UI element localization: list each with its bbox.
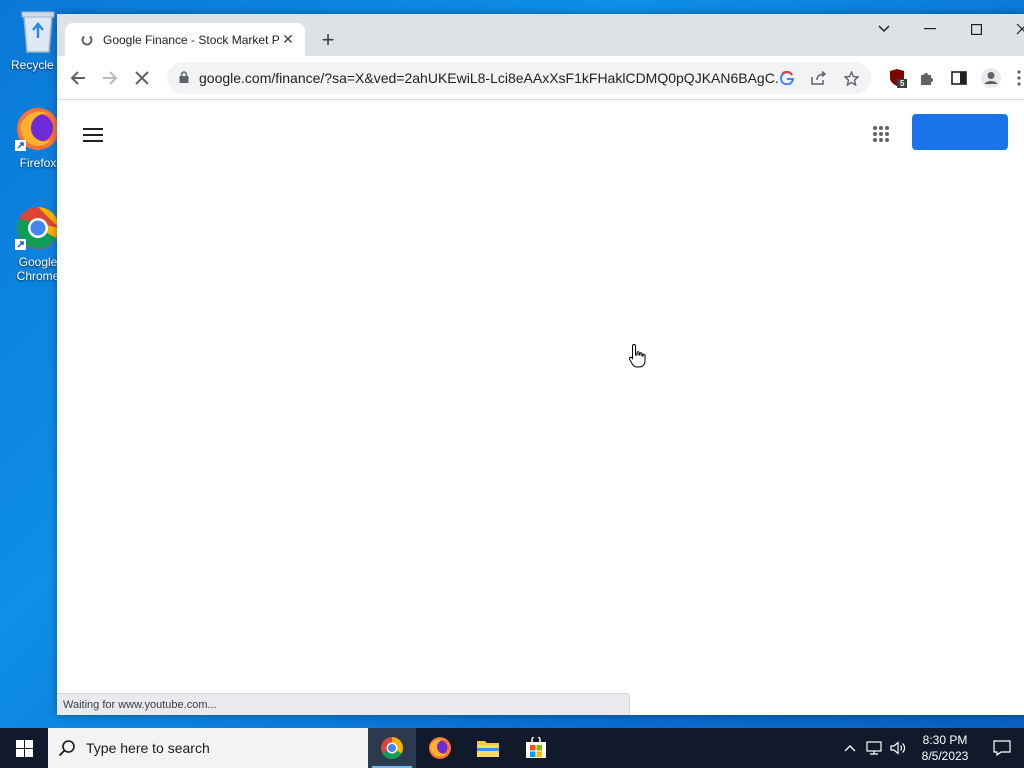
chrome-menu-icon[interactable] [1009,64,1024,92]
tab-title: Google Finance - Stock Market P [103,32,279,47]
browser-toolbar: google.com/finance/?sa=X&ved=2ahUKEwiL8-… [57,56,1024,100]
side-panel-icon[interactable] [945,64,973,92]
forward-button[interactable] [96,64,124,92]
tab-google-finance[interactable]: Google Finance - Stock Market P ✕ [65,23,305,56]
extensions-puzzle-icon[interactable] [913,64,941,92]
desktop-icon-label: Firefox [19,156,57,170]
windows-logo-icon [15,739,33,757]
title-bar: Google Finance - Stock Market P ✕ + [57,14,1024,56]
search-icon [58,740,75,757]
url-text: google.com/finance/?sa=X&ved=2ahUKEwiL8-… [199,70,779,86]
hand-cursor-icon [628,343,648,374]
status-text: Waiting for www.youtube.com... [63,698,217,711]
system-tray: 8:30 PM 8/5/2023 [838,728,1024,768]
close-window-button[interactable] [999,14,1024,44]
tab-close-icon[interactable]: ✕ [279,31,297,49]
google-lens-icon[interactable] [773,62,801,94]
new-tab-button[interactable]: + [315,27,341,53]
profile-avatar-icon[interactable] [977,64,1005,92]
firefox-icon [429,737,451,759]
chevron-up-icon[interactable] [838,728,862,768]
extension-badge: 5 [900,79,905,88]
stop-loading-button[interactable] [128,64,156,92]
address-bar[interactable]: google.com/finance/?sa=X&ved=2ahUKEwiL8-… [167,62,871,94]
search-placeholder: Type here to search [86,740,210,756]
clock-date: 8/5/2023 [921,749,969,763]
main-menu-icon[interactable] [81,124,105,148]
bookmark-star-icon[interactable] [837,62,865,94]
start-button[interactable] [0,728,48,768]
browser-window: Google Finance - Stock Market P ✕ + goog… [57,14,1024,715]
network-icon[interactable] [862,728,886,768]
chrome-icon [381,737,403,759]
taskbar-microsoft-store[interactable] [512,728,560,768]
ublock-extension-icon[interactable]: 5 [883,64,911,92]
page-content: Waiting for www.youtube.com... [57,100,1024,715]
maximize-button[interactable] [953,14,999,44]
sign-in-button[interactable] [912,114,1008,150]
volume-icon[interactable] [886,728,910,768]
taskbar-search-box[interactable]: Type here to search [48,728,368,768]
folder-icon [477,741,499,757]
back-button[interactable] [64,64,92,92]
taskbar-chrome[interactable] [368,728,416,768]
status-bar: Waiting for www.youtube.com... [57,693,630,715]
minimize-button[interactable] [907,14,953,44]
clock-time: 8:30 PM [922,733,968,747]
lock-icon [179,70,189,86]
notification-center-icon[interactable] [980,728,1024,768]
tab-search-icon[interactable] [861,14,907,44]
share-icon[interactable] [805,62,833,94]
firefox-icon [15,108,59,151]
taskbar-file-explorer[interactable] [464,728,512,768]
clock[interactable]: 8:30 PM 8/5/2023 [910,732,980,764]
taskbar: Type here to search 8:30 PM 8/5/2023 [0,728,1024,768]
store-icon [526,737,546,758]
recycle-bin-icon [21,11,55,53]
chrome-icon [15,206,59,250]
google-apps-icon[interactable] [869,122,893,146]
loading-icon [79,32,95,48]
taskbar-firefox[interactable] [416,728,464,768]
